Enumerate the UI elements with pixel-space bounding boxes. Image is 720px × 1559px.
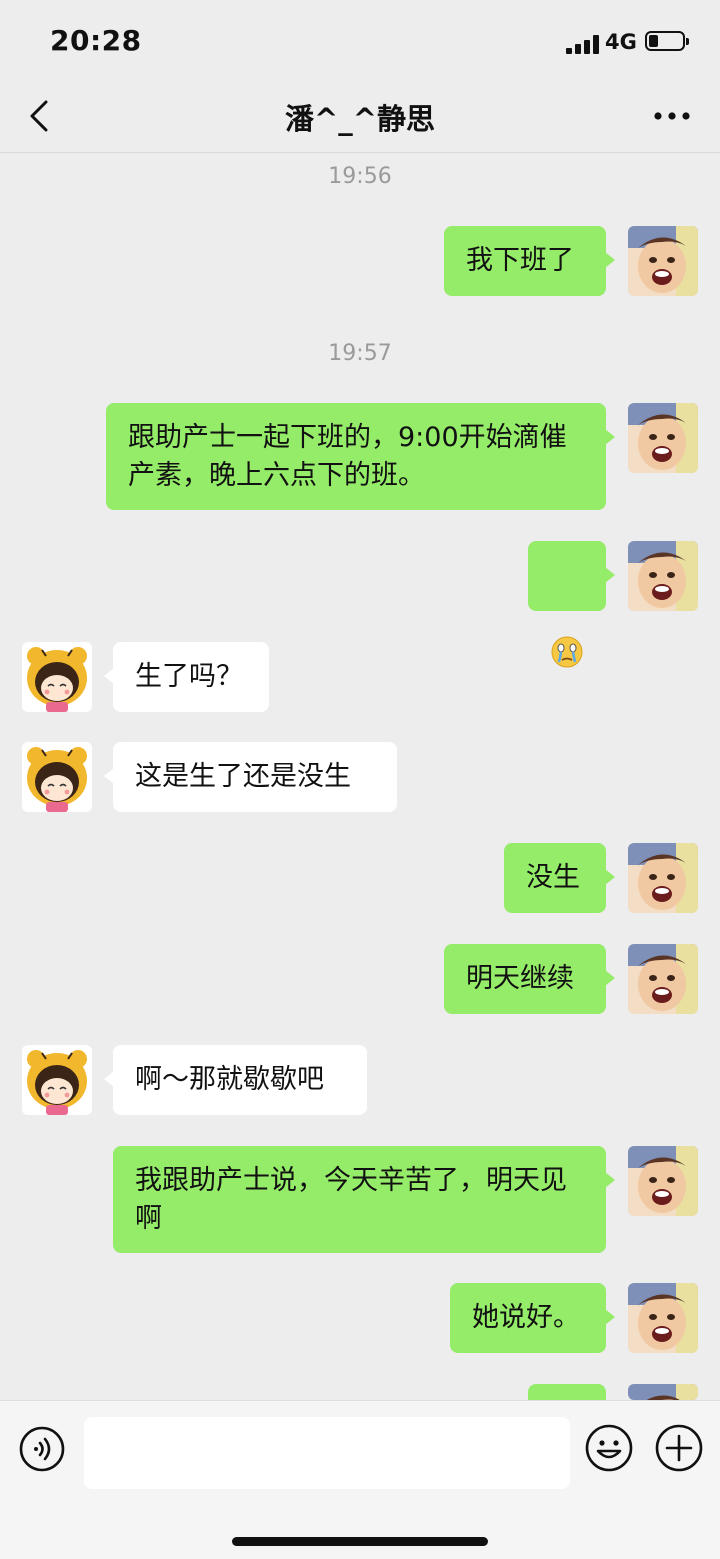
outgoing-message-bubble[interactable] (528, 541, 615, 668)
nav-bar: 潘^_^静思 (0, 86, 720, 153)
message-timestamp: 19:56 (328, 164, 392, 189)
my-avatar[interactable] (628, 1283, 698, 1353)
emoji-icon[interactable] (584, 1423, 634, 1473)
my-avatar[interactable] (628, 944, 698, 1014)
contact-avatar[interactable] (22, 1045, 92, 1115)
status-time: 20:28 (50, 24, 142, 57)
ellipsis-icon[interactable] (650, 102, 694, 130)
chat-title: 潘^_^静思 (284, 102, 436, 136)
home-indicator (232, 1537, 488, 1546)
battery-icon (645, 31, 689, 51)
outgoing-message-bubble[interactable]: 明天继续 (444, 944, 615, 1014)
message-input[interactable] (84, 1417, 570, 1489)
my-avatar (628, 1384, 698, 1400)
status-bar: 20:28 4G (0, 0, 720, 86)
contact-avatar[interactable] (22, 642, 92, 712)
incoming-message-bubble[interactable]: 这是生了还是没生 (104, 742, 397, 812)
incoming-message-bubble[interactable]: 生了吗？ (104, 642, 269, 712)
input-bar (0, 1400, 720, 1559)
message-timestamp: 19:57 (328, 341, 392, 366)
plus-icon[interactable] (654, 1423, 704, 1473)
my-avatar[interactable] (628, 226, 698, 296)
my-avatar[interactable] (628, 541, 698, 611)
my-avatar[interactable] (628, 843, 698, 913)
signal-icon (566, 34, 602, 54)
crying-face-emoji-icon (551, 636, 583, 668)
incoming-message-bubble[interactable]: 啊～那就歇歇吧 (104, 1045, 367, 1115)
outgoing-message-bubble[interactable]: 我跟助产士说，今天辛苦了，明天见啊 (113, 1146, 615, 1253)
outgoing-message-bubble[interactable]: 她说好。 (450, 1283, 615, 1353)
network-type: 4G (605, 30, 637, 54)
voice-icon[interactable] (18, 1425, 66, 1473)
outgoing-message-bubble[interactable]: 跟助产士一起下班的，9:00开始滴催产素，晚上六点下的班。 (106, 403, 615, 510)
outgoing-message-bubble[interactable]: 没生 (504, 843, 615, 913)
outgoing-message-bubble (528, 1384, 606, 1400)
outgoing-message-bubble[interactable]: 我下班了 (444, 226, 615, 296)
my-avatar[interactable] (628, 403, 698, 473)
contact-avatar[interactable] (22, 742, 92, 812)
my-avatar[interactable] (628, 1146, 698, 1216)
